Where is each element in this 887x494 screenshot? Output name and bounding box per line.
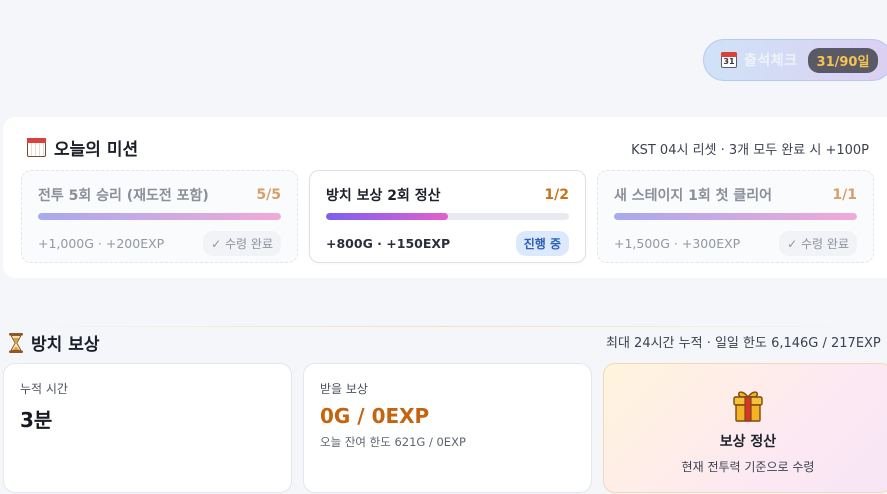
mission-progress-bar: [614, 213, 857, 220]
mission-name: 새 스테이지 1회 첫 클리어: [614, 188, 773, 204]
attendance-count-badge: 31/90일: [807, 47, 879, 73]
accumulated-time-card: 누적 시간 3분: [3, 363, 292, 493]
mission-reward: +1,500G · +300EXP: [614, 236, 741, 251]
remaining-limit-text: 오늘 잔여 한도 621G / 0EXP: [320, 435, 466, 449]
mission-progress: 5/5: [256, 187, 281, 203]
attendance-label: 출석체크: [744, 53, 798, 69]
hourglass-icon: [9, 332, 23, 353]
daily-missions-panel: 오늘의 미션 KST 04시 리셋 · 3개 모두 완료 시 +100P 전투 …: [3, 117, 887, 278]
attendance-check-button[interactable]: 31 출석체크 31/90일: [703, 39, 887, 81]
pending-reward-label: 받을 보상: [320, 382, 368, 396]
mission-status-badge: 진행 중: [515, 231, 569, 256]
mission-card: 전투 5회 승리 (재도전 포함) 5/5 +1,000G · +200EXP …: [21, 170, 298, 263]
missions-reset-info: KST 04시 리셋 · 3개 모두 완료 시 +100P: [631, 143, 869, 158]
idle-rewards-limit-info: 최대 24시간 누적 · 일일 한도 6,146G / 217EXP: [606, 336, 881, 351]
claim-reward-button[interactable]: 보상 정산 현재 전투력 기준으로 수령: [603, 363, 887, 493]
mission-progress-fill: [614, 213, 857, 220]
calendar-icon: [27, 138, 46, 157]
calendar-icon-day: 31: [723, 57, 735, 66]
mission-status-badge: ✓ 수령 완료: [779, 231, 857, 256]
mission-progress: 1/1: [832, 187, 857, 203]
missions-title: 오늘의 미션: [54, 140, 139, 160]
mission-card: 새 스테이지 1회 첫 클리어 1/1 +1,500G · +300EXP ✓ …: [597, 170, 874, 263]
calendar-icon: 31: [721, 52, 737, 68]
mission-progress-bar: [326, 213, 569, 220]
claim-reward-subtitle: 현재 전투력 기준으로 수령: [681, 460, 815, 474]
pending-reward-value: 0G / 0EXP: [320, 404, 430, 428]
mission-reward: +1,000G · +200EXP: [38, 236, 165, 251]
accumulated-time-value: 3분: [20, 408, 53, 432]
mission-reward: +800G · +150EXP: [326, 236, 451, 251]
mission-progress: 1/2: [544, 187, 569, 203]
mission-card: 방치 보상 2회 정산 1/2 +800G · +150EXP 진행 중: [309, 170, 586, 263]
mission-status-badge: ✓ 수령 완료: [203, 231, 281, 256]
pending-reward-card: 받을 보상 0G / 0EXP 오늘 잔여 한도 621G / 0EXP: [303, 363, 592, 493]
mission-name: 전투 5회 승리 (재도전 포함): [38, 188, 209, 204]
section-divider: [0, 326, 887, 327]
idle-rewards-header: 방치 보상: [8, 330, 99, 355]
mission-progress-bar: [38, 213, 281, 220]
mission-name: 방치 보상 2회 정산: [326, 188, 441, 204]
mission-progress-fill: [326, 213, 448, 220]
mission-progress-fill: [38, 213, 281, 220]
claim-reward-title: 보상 정산: [719, 434, 777, 450]
gift-icon: [733, 391, 763, 422]
idle-rewards-title: 방치 보상: [31, 335, 100, 355]
accumulated-time-label: 누적 시간: [20, 382, 68, 396]
missions-header: 오늘의 미션: [27, 135, 138, 160]
